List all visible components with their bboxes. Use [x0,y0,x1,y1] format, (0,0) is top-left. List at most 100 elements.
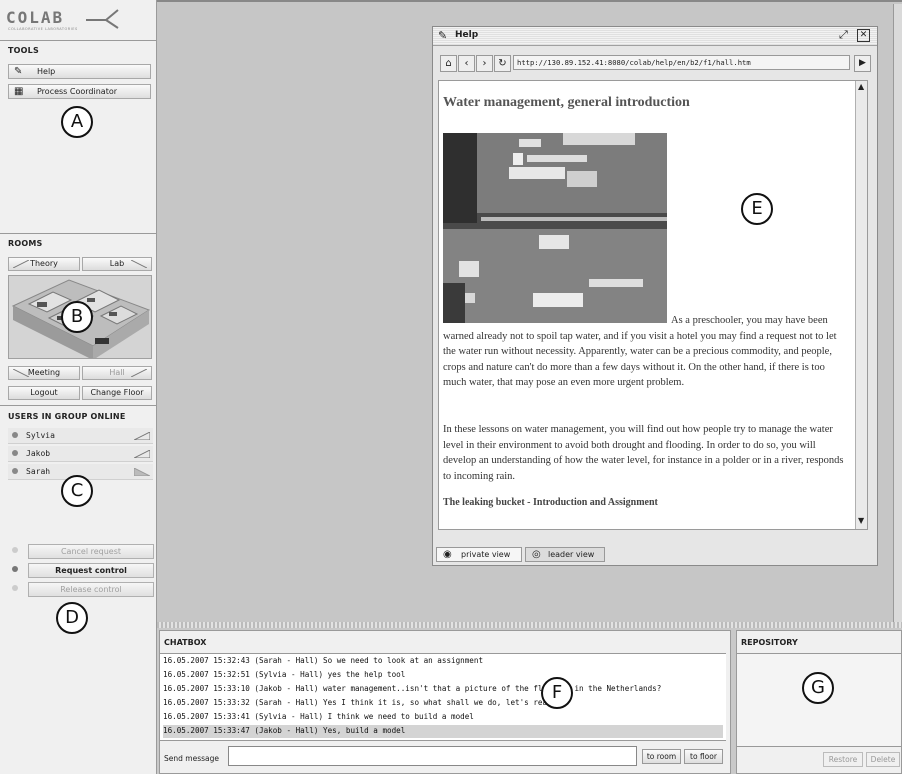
help-toolbar: ⌂ ‹ › ↻ http://130.89.152.41:8080/colab/… [437,53,873,73]
send-message-label: Send message [164,754,219,763]
delete-button[interactable]: Delete [866,752,900,767]
rooms-title: ROOMS [8,239,43,248]
chat-message: 16.05.2007 15:32:51 (Sylvia - Hall) yes … [163,670,406,679]
user-indicator-icon [134,468,150,476]
private-view-icon: ◉ [443,549,452,560]
help-tool-button[interactable]: ✎ Help [8,64,151,79]
chatbox-title: CHATBOX [164,638,207,647]
logo-graphic [86,9,119,29]
room-arrow-icon [13,260,29,268]
tab-label: private view [461,550,511,559]
status-dot-icon [12,468,18,474]
process-coordinator-label: Process Coordinator [37,87,118,96]
colab-logo: COLAB COLLABORATIVE LABORATORIES [6,6,150,36]
help-tool-label: Help [37,67,56,76]
room-button-label: Lab [109,259,125,268]
message-input[interactable] [228,746,637,766]
marker-g: G [802,672,834,704]
room-button-label: Hall [109,368,125,377]
chat-log: 16.05.2007 15:32:43 (Sarah - Hall) So we… [160,653,726,741]
room-button-theory[interactable]: Theory [8,257,80,271]
leader-view-icon: ◎ [532,549,541,560]
users-title: USERS IN GROUP ONLINE [8,412,126,421]
chatbox-panel: CHATBOX 16.05.2007 15:32:43 (Sarah - Hal… [159,630,731,774]
to-room-button[interactable]: to room [642,749,681,764]
release-control-button[interactable]: Release control [28,582,154,597]
logout-button[interactable]: Logout [8,386,80,400]
flood-photo [443,133,667,323]
help-icon: ✎ [14,66,23,77]
user-name: Sylvia [26,431,55,440]
marker-d: D [56,602,88,634]
process-coordinator-icon: ▦ [14,86,24,97]
restore-button[interactable]: Restore [823,752,863,767]
home-icon[interactable]: ⌂ [440,55,457,72]
help-window-icon: ✎ [438,29,448,42]
status-dot-icon [12,432,18,438]
close-icon[interactable]: ✕ [857,29,870,42]
panel-splitter[interactable] [157,622,902,628]
chat-message: 16.05.2007 15:33:10 (Jakob - Hall) water… [163,684,662,693]
marker-b: B [61,301,93,333]
chat-message: 16.05.2007 15:33:32 (Sarah - Hall) Yes I… [163,698,552,707]
help-window-title: Help [455,30,479,40]
sidebar: COLAB COLLABORATIVE LABORATORIES TOOLS ✎… [0,0,157,774]
tab-label: leader view [548,550,595,559]
user-indicator-icon [134,450,150,458]
change-floor-button[interactable]: Change Floor [82,386,152,400]
logo-subtitle: COLLABORATIVE LABORATORIES [8,27,78,31]
maximize-icon[interactable]: ⤢ [839,28,848,42]
room-arrow-icon [13,369,29,377]
help-subheading: The leaking bucket - Introduction and As… [443,497,658,508]
forward-icon[interactable]: › [476,55,493,72]
tab-leader-view[interactable]: ◎ leader view [525,547,605,562]
user-row-sylvia[interactable]: Sylvia [8,428,153,444]
workspace-scrollbar[interactable] [893,4,902,622]
room-button-hall[interactable]: Hall [82,366,152,380]
help-content-scrollbar[interactable]: ▲ ▼ [855,81,867,529]
url-text: http://130.89.152.41:8080/colab/help/en/… [517,58,751,67]
marker-e: E [741,193,773,225]
control-dot-icon [12,547,18,553]
divider [0,40,156,41]
divider [0,405,156,406]
chat-message: 16.05.2007 15:32:43 (Sarah - Hall) So we… [163,656,484,665]
help-content: Water management, general introduction E… [438,80,868,530]
tab-private-view[interactable]: ◉ private view [436,547,522,562]
scroll-down-icon[interactable]: ▼ [858,516,864,525]
scroll-up-icon[interactable]: ▲ [858,82,864,91]
room-button-lab[interactable]: Lab [82,257,152,271]
status-dot-icon [12,450,18,456]
room-arrow-icon [131,369,147,377]
help-heading: Water management, general introduction [443,95,690,110]
marker-f: F [541,677,573,709]
refresh-icon[interactable]: ↻ [494,55,511,72]
to-floor-button[interactable]: to floor [684,749,723,764]
marker-a: A [61,106,93,138]
user-indicator-icon [134,432,150,440]
back-icon[interactable]: ‹ [458,55,475,72]
repository-title: REPOSITORY [741,638,798,647]
process-coordinator-button[interactable]: ▦ Process Coordinator [8,84,151,99]
user-name: Jakob [26,449,51,458]
go-icon[interactable]: ▶ [854,55,871,72]
user-name: Sarah [26,467,51,476]
divider [0,233,156,234]
user-row-jakob[interactable]: Jakob [8,446,153,462]
cancel-request-button[interactable]: Cancel request [28,544,154,559]
logo-text: COLAB [6,8,65,27]
control-dot-icon [12,566,18,572]
request-control-button[interactable]: Request control [28,563,154,578]
help-paragraph-1: As a preschooler, you may have been warn… [443,315,837,388]
control-dot-icon [12,585,18,591]
url-field[interactable]: http://130.89.152.41:8080/colab/help/en/… [513,55,850,70]
help-title-bar[interactable]: ✎ Help ⤢ ✕ [433,27,877,46]
room-arrow-icon [131,260,147,268]
room-button-label: Meeting [27,368,61,377]
chat-message: 16.05.2007 15:33:47 (Jakob - Hall) Yes, … [163,725,723,738]
help-paragraph-2: In these lessons on water management, yo… [443,424,844,482]
room-button-meeting[interactable]: Meeting [8,366,80,380]
chat-message: 16.05.2007 15:33:41 (Sylvia - Hall) I th… [163,712,474,721]
room-button-label: Theory [30,259,58,268]
tools-title: TOOLS [8,46,39,55]
